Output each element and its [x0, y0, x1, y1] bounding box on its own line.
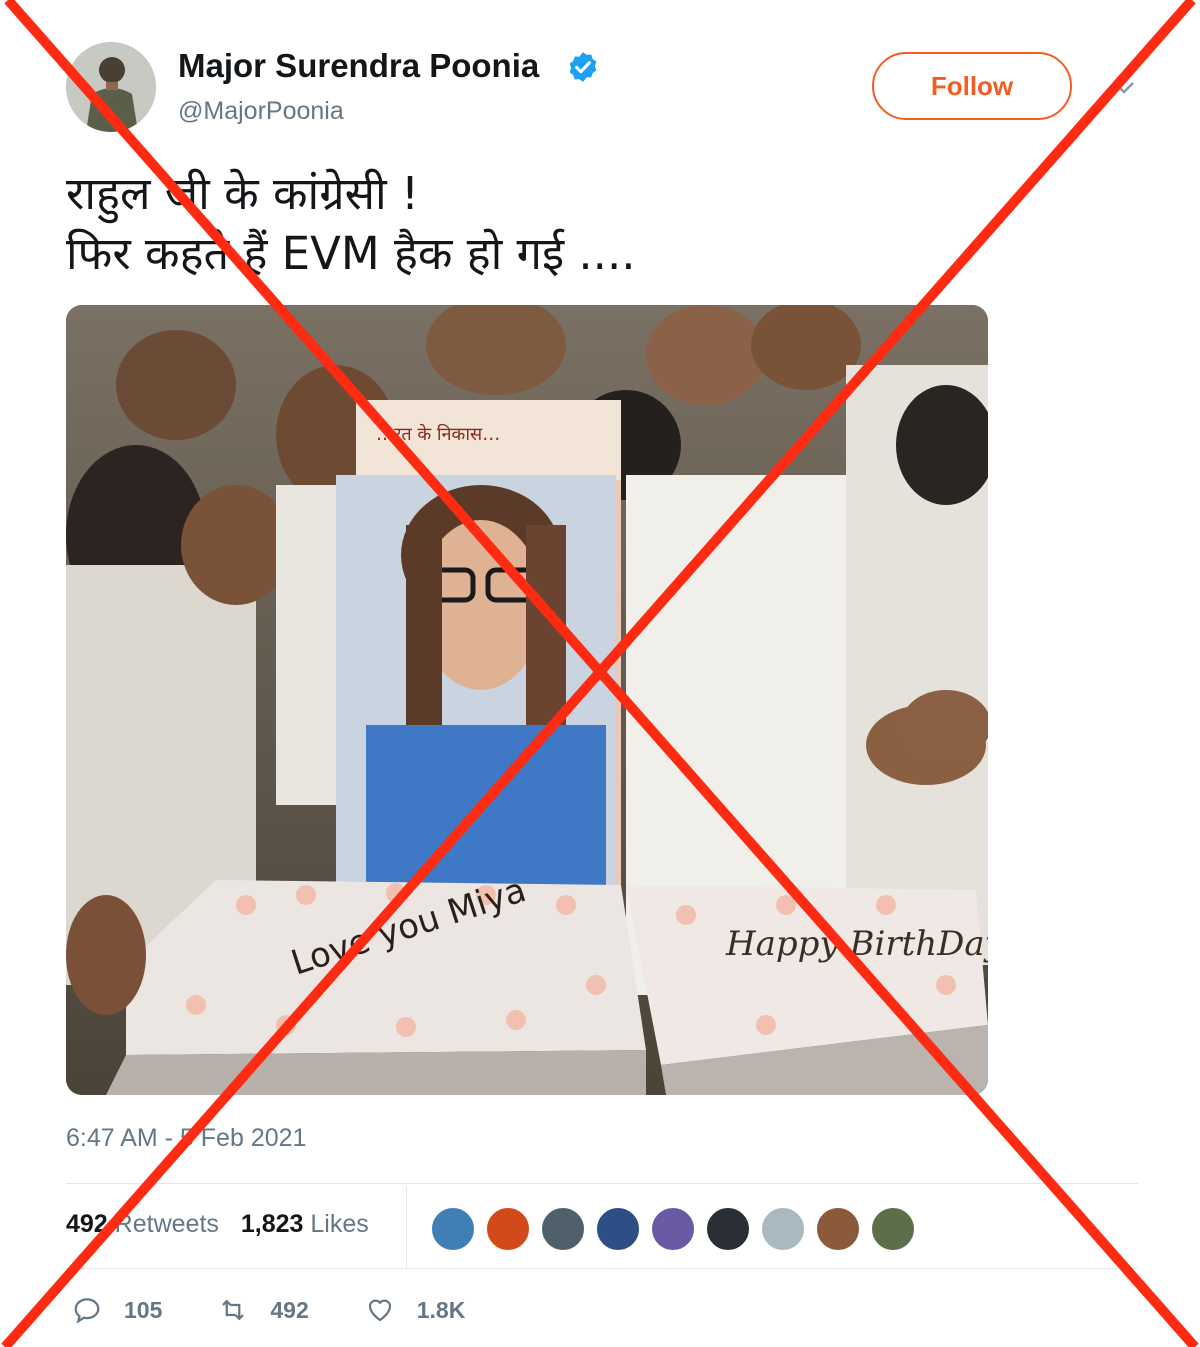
- retweets-count: 492: [66, 1210, 108, 1238]
- tweet-text: राहुल जी के कांग्रेसी ! फिर कहते हैं EVM…: [66, 167, 636, 280]
- liker-avatar[interactable]: [870, 1206, 916, 1252]
- liker-avatar[interactable]: [540, 1206, 586, 1252]
- likes-stat[interactable]: 1,823 Likes: [241, 1210, 369, 1239]
- stats-divider: [406, 1186, 407, 1268]
- tweet-actions: 105 492 1.8K: [72, 1295, 521, 1325]
- likes-count: 1,823: [240, 1210, 304, 1238]
- cake-cutting-photo: …रत के निकास… Love you Miya Happy BirthD…: [66, 305, 988, 1095]
- avatar-photo: [66, 42, 156, 132]
- retweet-icon: [222, 1299, 245, 1321]
- liker-avatar[interactable]: [650, 1206, 696, 1252]
- like-button[interactable]: 1.8K: [365, 1295, 466, 1325]
- liker-avatar[interactable]: [595, 1206, 641, 1252]
- retweets-stat[interactable]: 492 Retweets: [66, 1210, 219, 1239]
- tweet-image[interactable]: …रत के निकास… Love you Miya Happy BirthD…: [66, 305, 988, 1095]
- reply-count: 105: [124, 1296, 163, 1323]
- cake-text-right: Happy BirthDay: [725, 924, 988, 964]
- author-avatar[interactable]: [66, 42, 156, 132]
- liker-avatar[interactable]: [705, 1206, 751, 1252]
- retweets-label: Retweets: [114, 1210, 219, 1238]
- likes-label: Likes: [310, 1210, 369, 1238]
- author-name[interactable]: Major Surendra Poonia: [178, 47, 539, 85]
- likers-avatars: [430, 1206, 916, 1252]
- heart-icon: [368, 1299, 391, 1322]
- tweet-timestamp[interactable]: 6:47 AM - 5 Feb 2021: [66, 1124, 306, 1153]
- liker-avatar[interactable]: [430, 1206, 476, 1252]
- liker-avatar[interactable]: [760, 1206, 806, 1252]
- reply-icon: [74, 1298, 100, 1324]
- engagement-stats: 492 Retweets 1,823 Likes: [66, 1210, 369, 1239]
- follow-button[interactable]: Follow: [872, 52, 1072, 120]
- author-handle[interactable]: @MajorPoonia: [178, 97, 344, 126]
- like-count: 1.8K: [416, 1296, 466, 1323]
- retweet-count: 492: [270, 1296, 309, 1323]
- liker-avatar[interactable]: [815, 1206, 861, 1252]
- reply-button[interactable]: 105: [72, 1295, 162, 1325]
- verified-badge-icon: [569, 52, 597, 82]
- chevron-down-icon[interactable]: [1112, 80, 1136, 96]
- divider: [66, 1268, 1138, 1269]
- retweet-button[interactable]: 492: [218, 1295, 309, 1325]
- poster-text: …रत के निकास…: [376, 423, 500, 445]
- liker-avatar[interactable]: [485, 1206, 531, 1252]
- divider: [66, 1183, 1138, 1184]
